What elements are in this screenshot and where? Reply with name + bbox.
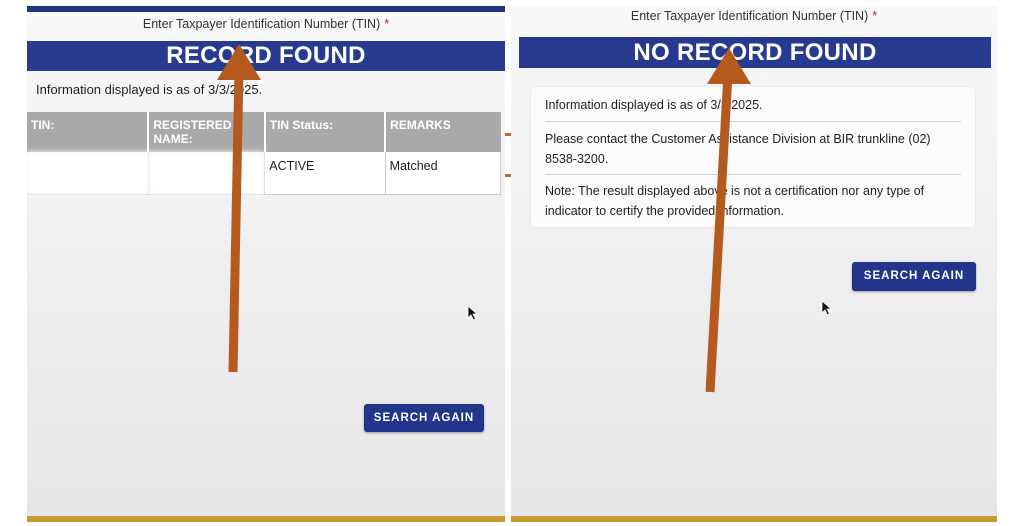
bottom-accent-bar bbox=[27, 516, 505, 522]
contact-message: Please contact the Customer Assistance D… bbox=[545, 132, 931, 166]
table-row: ACTIVE Matched bbox=[27, 152, 502, 195]
required-marker: * bbox=[872, 9, 878, 23]
tin-field-label-text: Enter Taxpayer Identification Number (TI… bbox=[630, 9, 869, 23]
top-accent-strip bbox=[27, 6, 505, 12]
results-table: TIN: REGISTERED NAME: TIN Status: REMARK… bbox=[27, 112, 502, 195]
edge-mark bbox=[505, 133, 511, 136]
tin-status-value: ACTIVE bbox=[264, 152, 386, 195]
mouse-pointer-icon bbox=[821, 300, 833, 316]
registered-name-redacted bbox=[148, 152, 266, 195]
search-again-button[interactable]: SEARCH AGAIN bbox=[852, 262, 976, 291]
record-found-panel: Enter Taxpayer Identification Number (TI… bbox=[27, 6, 505, 522]
divider bbox=[545, 121, 961, 122]
no-record-found-panel: Enter Taxpayer Identification Number (TI… bbox=[511, 6, 997, 522]
mouse-pointer-icon bbox=[467, 305, 479, 321]
bottom-accent-bar bbox=[511, 516, 997, 522]
remarks-header: REMARKS bbox=[385, 112, 501, 152]
tin-status-header: TIN Status: bbox=[264, 112, 387, 152]
disclaimer-note: Note: The result displayed above is not … bbox=[545, 184, 925, 218]
tin-field-label-text: Enter Taxpayer Identification Number (TI… bbox=[142, 17, 381, 31]
no-record-found-banner: NO RECORD FOUND bbox=[519, 37, 991, 68]
edge-mark bbox=[505, 174, 511, 177]
info-date-text: Information displayed is as of 3/3/2025. bbox=[36, 82, 263, 97]
tin-field-label: Enter Taxpayer Identification Number (TI… bbox=[511, 9, 997, 23]
tin-header: TIN: bbox=[27, 112, 150, 152]
result-message-card: Information displayed is as of 3/3/2025.… bbox=[531, 87, 975, 227]
info-date-text: Information displayed is as of 3/3/2025. bbox=[545, 98, 763, 112]
tin-field-label: Enter Taxpayer Identification Number (TI… bbox=[27, 17, 505, 31]
remarks-value: Matched bbox=[385, 152, 502, 195]
registered-name-header: REGISTERED NAME: bbox=[148, 112, 266, 152]
divider bbox=[545, 174, 961, 175]
search-again-button[interactable]: SEARCH AGAIN bbox=[364, 404, 484, 432]
record-found-banner: RECORD FOUND bbox=[27, 41, 505, 71]
tin-value-redacted bbox=[27, 152, 149, 195]
table-header-row: TIN: REGISTERED NAME: TIN Status: REMARK… bbox=[27, 112, 501, 152]
required-marker: * bbox=[384, 17, 390, 31]
